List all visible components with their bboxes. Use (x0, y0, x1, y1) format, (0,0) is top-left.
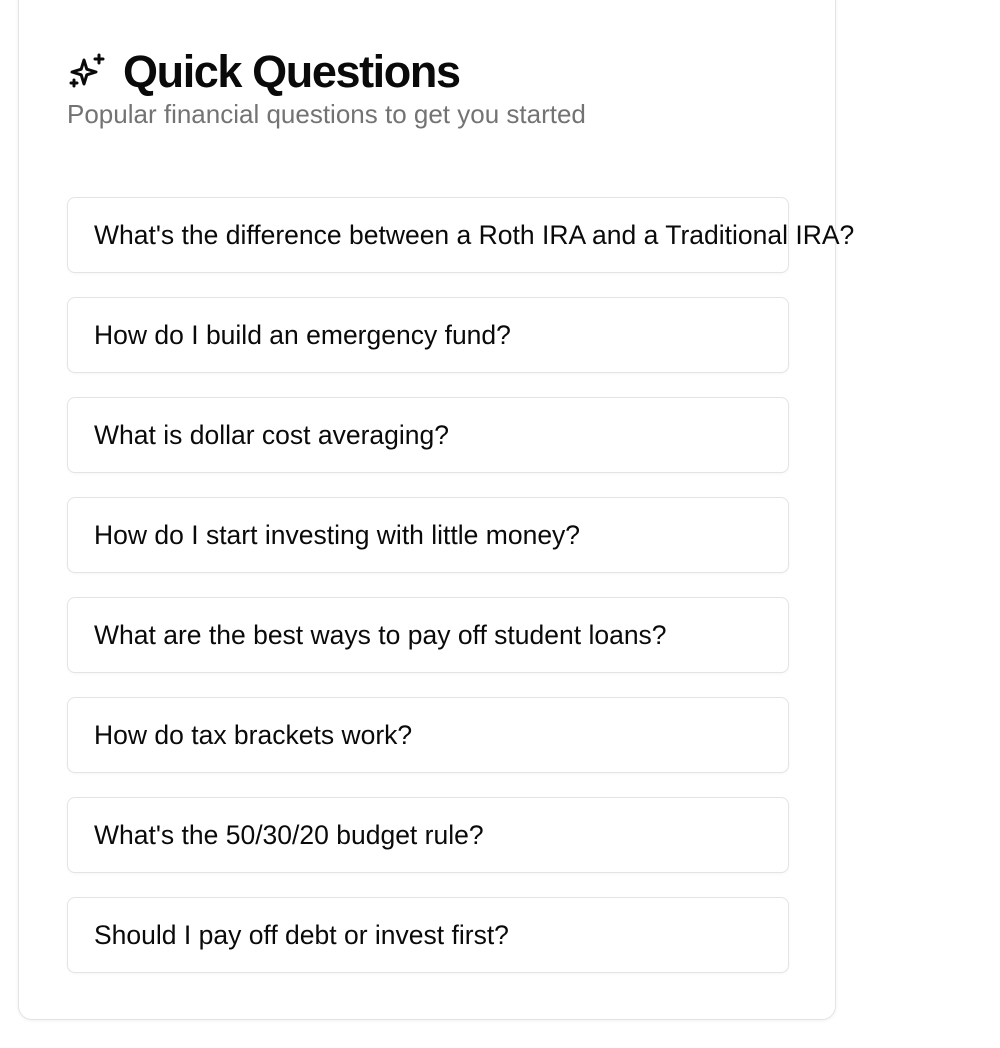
page-title: Quick Questions (123, 46, 461, 97)
question-list: What's the difference between a Roth IRA… (67, 197, 854, 997)
question-button[interactable]: How do tax brackets work? (67, 697, 789, 773)
question-label: What's the 50/30/20 budget rule? (94, 819, 484, 850)
question-button[interactable]: What's the difference between a Roth IRA… (67, 197, 854, 273)
question-button[interactable]: How do I build an emergency fund? (67, 297, 789, 373)
card-subtitle: Popular financial questions to get you s… (67, 99, 586, 129)
question-label: What's the difference between a Roth IRA… (94, 219, 855, 250)
question-label: How do I start investing with little mon… (94, 519, 581, 550)
question-label: What are the best ways to pay off studen… (94, 619, 667, 650)
sparkle-icon (67, 52, 107, 92)
question-button[interactable]: How do I start investing with little mon… (67, 497, 789, 573)
question-button[interactable]: Should I pay off debt or invest first? (67, 897, 789, 973)
question-button[interactable]: What are the best ways to pay off studen… (67, 597, 789, 673)
card-header: Quick Questions (67, 46, 461, 97)
quick-questions-card: Quick Questions Popular financial questi… (18, 0, 854, 1020)
question-button[interactable]: What's the 50/30/20 budget rule? (67, 797, 789, 873)
question-label: What is dollar cost averaging? (94, 419, 449, 450)
question-button[interactable]: What is dollar cost averaging? (67, 397, 789, 473)
question-label: How do I build an emergency fund? (94, 319, 511, 350)
question-label: How do tax brackets work? (94, 719, 413, 750)
question-label: Should I pay off debt or invest first? (94, 919, 509, 950)
